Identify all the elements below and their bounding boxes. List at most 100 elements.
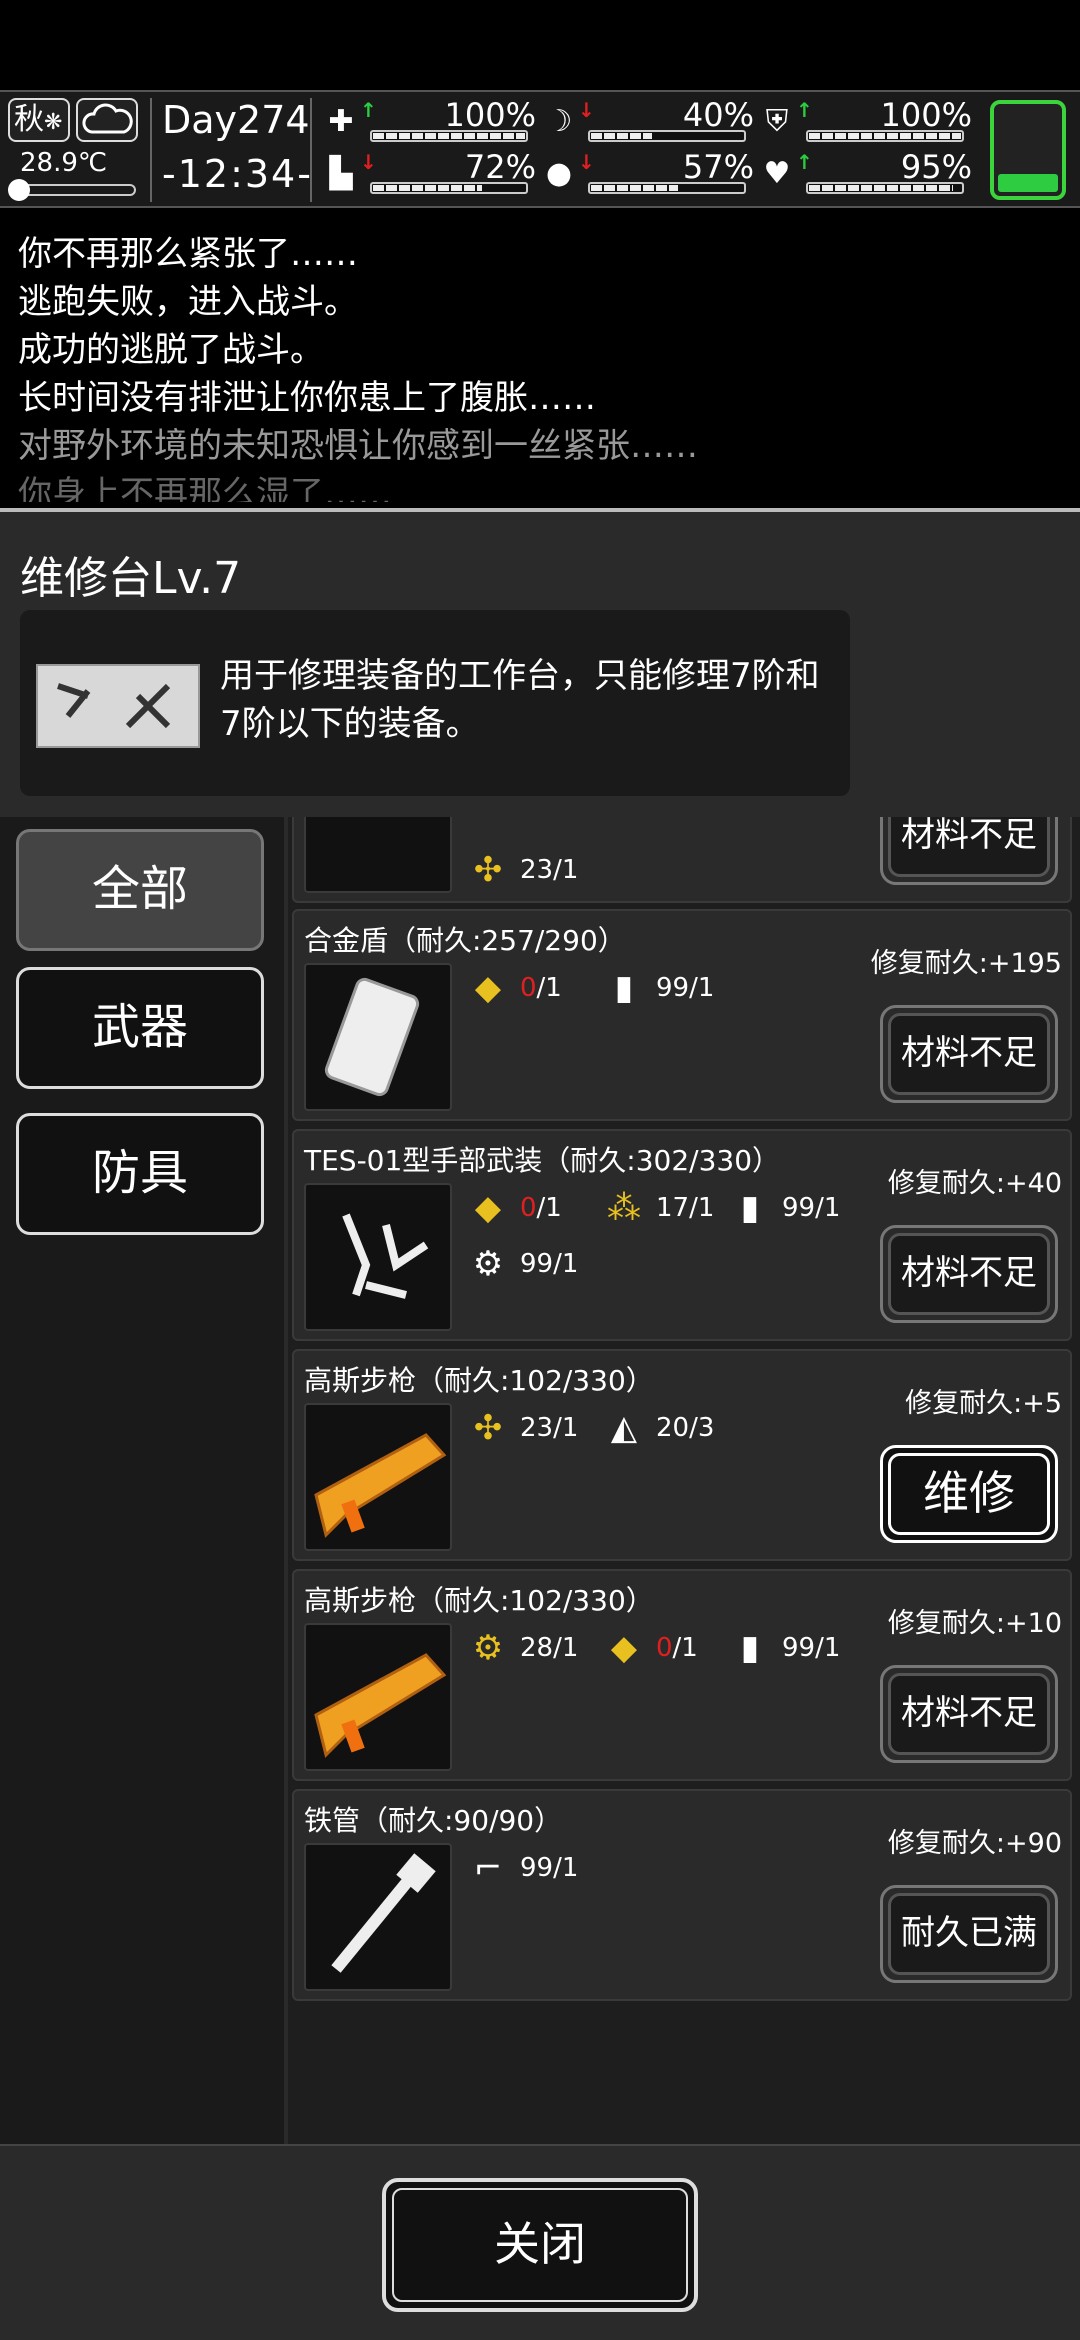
game-clock: -12:34- xyxy=(162,152,313,196)
log-line: 成功的逃脱了战斗。 xyxy=(18,330,324,370)
stat-value: 100% xyxy=(880,96,972,134)
repair-button-label: 材料不足 xyxy=(901,1253,1037,1293)
medkit-icon: ✚ xyxy=(328,104,354,139)
category-weapons-button[interactable]: 武器 xyxy=(16,967,264,1089)
hand-weapon-item-icon xyxy=(304,1183,452,1331)
repair-button-label: 材料不足 xyxy=(901,1693,1037,1733)
item-name: 高斯步枪（耐久:102/330） xyxy=(304,1584,654,1617)
repair-button-label: 材料不足 xyxy=(901,817,1037,855)
fuel-can-icon: ▮ xyxy=(740,1627,760,1668)
material-req: ⌐ 99/1 xyxy=(462,1841,579,1893)
repair-item-list[interactable]: ✣ 23/1 材料不足 合金盾（耐久:257/290） 修复耐久:+195 ◆ 0/… xyxy=(288,817,1080,2144)
panel-title: 维修台Lv.7 xyxy=(20,553,242,604)
day-counter: Day274 xyxy=(162,98,310,142)
material-req: ✣ 23/1 xyxy=(462,843,579,895)
leaf-icon: ❋ xyxy=(44,110,63,135)
material-need: /1 xyxy=(672,1632,698,1663)
repair-button[interactable]: 材料不足 xyxy=(880,817,1058,885)
stat-fill xyxy=(591,185,678,191)
list-item: TES-01型手部武装（耐久:302/330） 修复耐久:+40 ◆ 0/1 ⁂ 1… xyxy=(292,1129,1072,1341)
arrow-up-icon: ↑ xyxy=(796,98,813,122)
repair-amount: 修复耐久:+10 xyxy=(887,1608,1062,1639)
repair-amount: 修复耐久:+90 xyxy=(887,1828,1062,1859)
material-count: 23/1 xyxy=(520,1412,579,1443)
stat-mood: ♥ ↑ 95% xyxy=(758,148,978,200)
season-label: 秋 xyxy=(14,102,44,137)
heart-icon: ♥ xyxy=(763,156,791,191)
item-name: 铁管（耐久:90/90） xyxy=(304,1804,563,1837)
material-have: 0 xyxy=(520,972,537,1003)
status-bar: 秋❋ 28.9℃ Day274 -12:34- ✚ ↑ 100% ☽ ↓ 40% ⛨… xyxy=(0,90,1080,208)
material-count: 99/1 xyxy=(520,1248,579,1279)
item-name: TES-01型手部武装（耐久:302/330） xyxy=(304,1144,781,1177)
material-count: 17/1 xyxy=(656,1192,715,1223)
repair-button-label: 维修 xyxy=(923,1466,1015,1520)
shield-item-icon xyxy=(304,963,452,1111)
material-req: ⚙ 99/1 xyxy=(462,1237,579,1289)
stat-value: 40% xyxy=(682,96,754,134)
stat-value: 100% xyxy=(444,96,536,134)
repair-amount: 修复耐久:+40 xyxy=(887,1168,1062,1199)
gold-plate-icon: ◆ xyxy=(610,1627,638,1668)
cloudy-icon xyxy=(76,98,138,142)
log-line: 逃跑失败，进入战斗。 xyxy=(18,282,358,322)
material-count: 23/1 xyxy=(520,854,579,885)
material-req: ◭ 20/3 xyxy=(598,1401,714,1453)
repair-bench-panel: 维修台Lv.7 用于修理装备的工作台，只能修理7阶和7阶以下的装备。 全部 武器… xyxy=(0,508,1080,2340)
repair-button[interactable]: 维修 xyxy=(880,1445,1058,1543)
gold-scrap-icon: ⁂ xyxy=(607,1187,641,1228)
material-req: ▮ 99/1 xyxy=(724,1181,841,1233)
temperature-value: 28.9℃ xyxy=(20,148,108,178)
category-armor-button[interactable]: 防具 xyxy=(16,1113,264,1235)
arrow-down-icon: ↓ xyxy=(578,150,595,174)
stat-value: 57% xyxy=(682,148,754,186)
gauss-rifle-item-icon xyxy=(304,1403,452,1551)
rifle-item-icon xyxy=(304,817,452,893)
gauss-rifle-item-icon xyxy=(304,1623,452,1771)
material-have: 0 xyxy=(520,1192,537,1223)
repair-button[interactable]: 材料不足 xyxy=(880,1005,1058,1103)
material-count: 28/1 xyxy=(520,1632,579,1663)
repair-button[interactable]: 耐久已满 xyxy=(880,1885,1058,1983)
repair-button[interactable]: 材料不足 xyxy=(880,1665,1058,1763)
boot-icon: ▙ xyxy=(329,156,353,191)
material-req: ▮ 99/1 xyxy=(724,1621,841,1673)
stomach-icon: ☽ xyxy=(545,104,573,139)
description-text: 用于修理装备的工作台，只能修理7阶和7阶以下的装备。 xyxy=(220,656,820,744)
close-button-label: 关闭 xyxy=(494,2217,586,2271)
material-have: 0 xyxy=(656,1632,673,1663)
stat-value: 95% xyxy=(900,148,972,186)
iron-pipe-item-icon xyxy=(304,1843,452,1991)
workbench-icon xyxy=(36,664,200,748)
stat-armor: ⛨ ↑ 100% xyxy=(758,96,978,148)
divider xyxy=(310,98,312,202)
battery-indicator[interactable] xyxy=(990,100,1066,200)
battery-level xyxy=(998,173,1058,192)
repair-button[interactable]: 材料不足 xyxy=(880,1225,1058,1323)
list-item: 合金盾（耐久:257/290） 修复耐久:+195 ◆ 0/1 ▮ 99/1 材料不… xyxy=(292,909,1072,1121)
material-req: ⚙ 28/1 xyxy=(462,1621,579,1673)
material-count: 99/1 xyxy=(782,1632,841,1663)
log-line: 你不再那么紧张了…… xyxy=(18,234,358,274)
stat-stamina: ▙ ↓ 72% xyxy=(322,148,542,200)
fuel-can-icon: ▮ xyxy=(614,967,634,1008)
arrow-down-icon: ↓ xyxy=(360,150,377,174)
repair-amount: 修复耐久:+195 xyxy=(870,948,1062,979)
divider xyxy=(150,98,152,202)
material-count: 99/1 xyxy=(520,1852,579,1883)
material-req: ▮ 99/1 xyxy=(598,961,715,1013)
close-button[interactable]: 关闭 xyxy=(382,2178,698,2312)
material-req: ◆ 0/1 xyxy=(462,961,562,1013)
fuel-can-icon: ▮ xyxy=(740,1187,760,1228)
category-all-button[interactable]: 全部 xyxy=(16,829,264,951)
stat-hunger: ☽ ↓ 40% xyxy=(540,96,760,148)
log-line: 你身上不再那么湿了…… xyxy=(18,474,392,502)
log-line: 对野外环境的未知恐惧让你感到一丝紧张…… xyxy=(18,426,698,466)
stat-value: 72% xyxy=(464,148,536,186)
stat-fill xyxy=(809,133,961,139)
item-name: 高斯步枪（耐久:102/330） xyxy=(304,1364,654,1397)
event-log[interactable]: 你不再那么紧张了…… 逃跑失败，进入战斗。 成功的逃脱了战斗。 长时间没有排泄让… xyxy=(0,212,1080,502)
cloth-icon: ◭ xyxy=(610,1407,638,1448)
arrow-down-icon: ↓ xyxy=(578,98,595,122)
list-item: 高斯步枪（耐久:102/330） 修复耐久:+5 ✣ 23/1 ◭ 20/3 维修 xyxy=(292,1349,1072,1561)
